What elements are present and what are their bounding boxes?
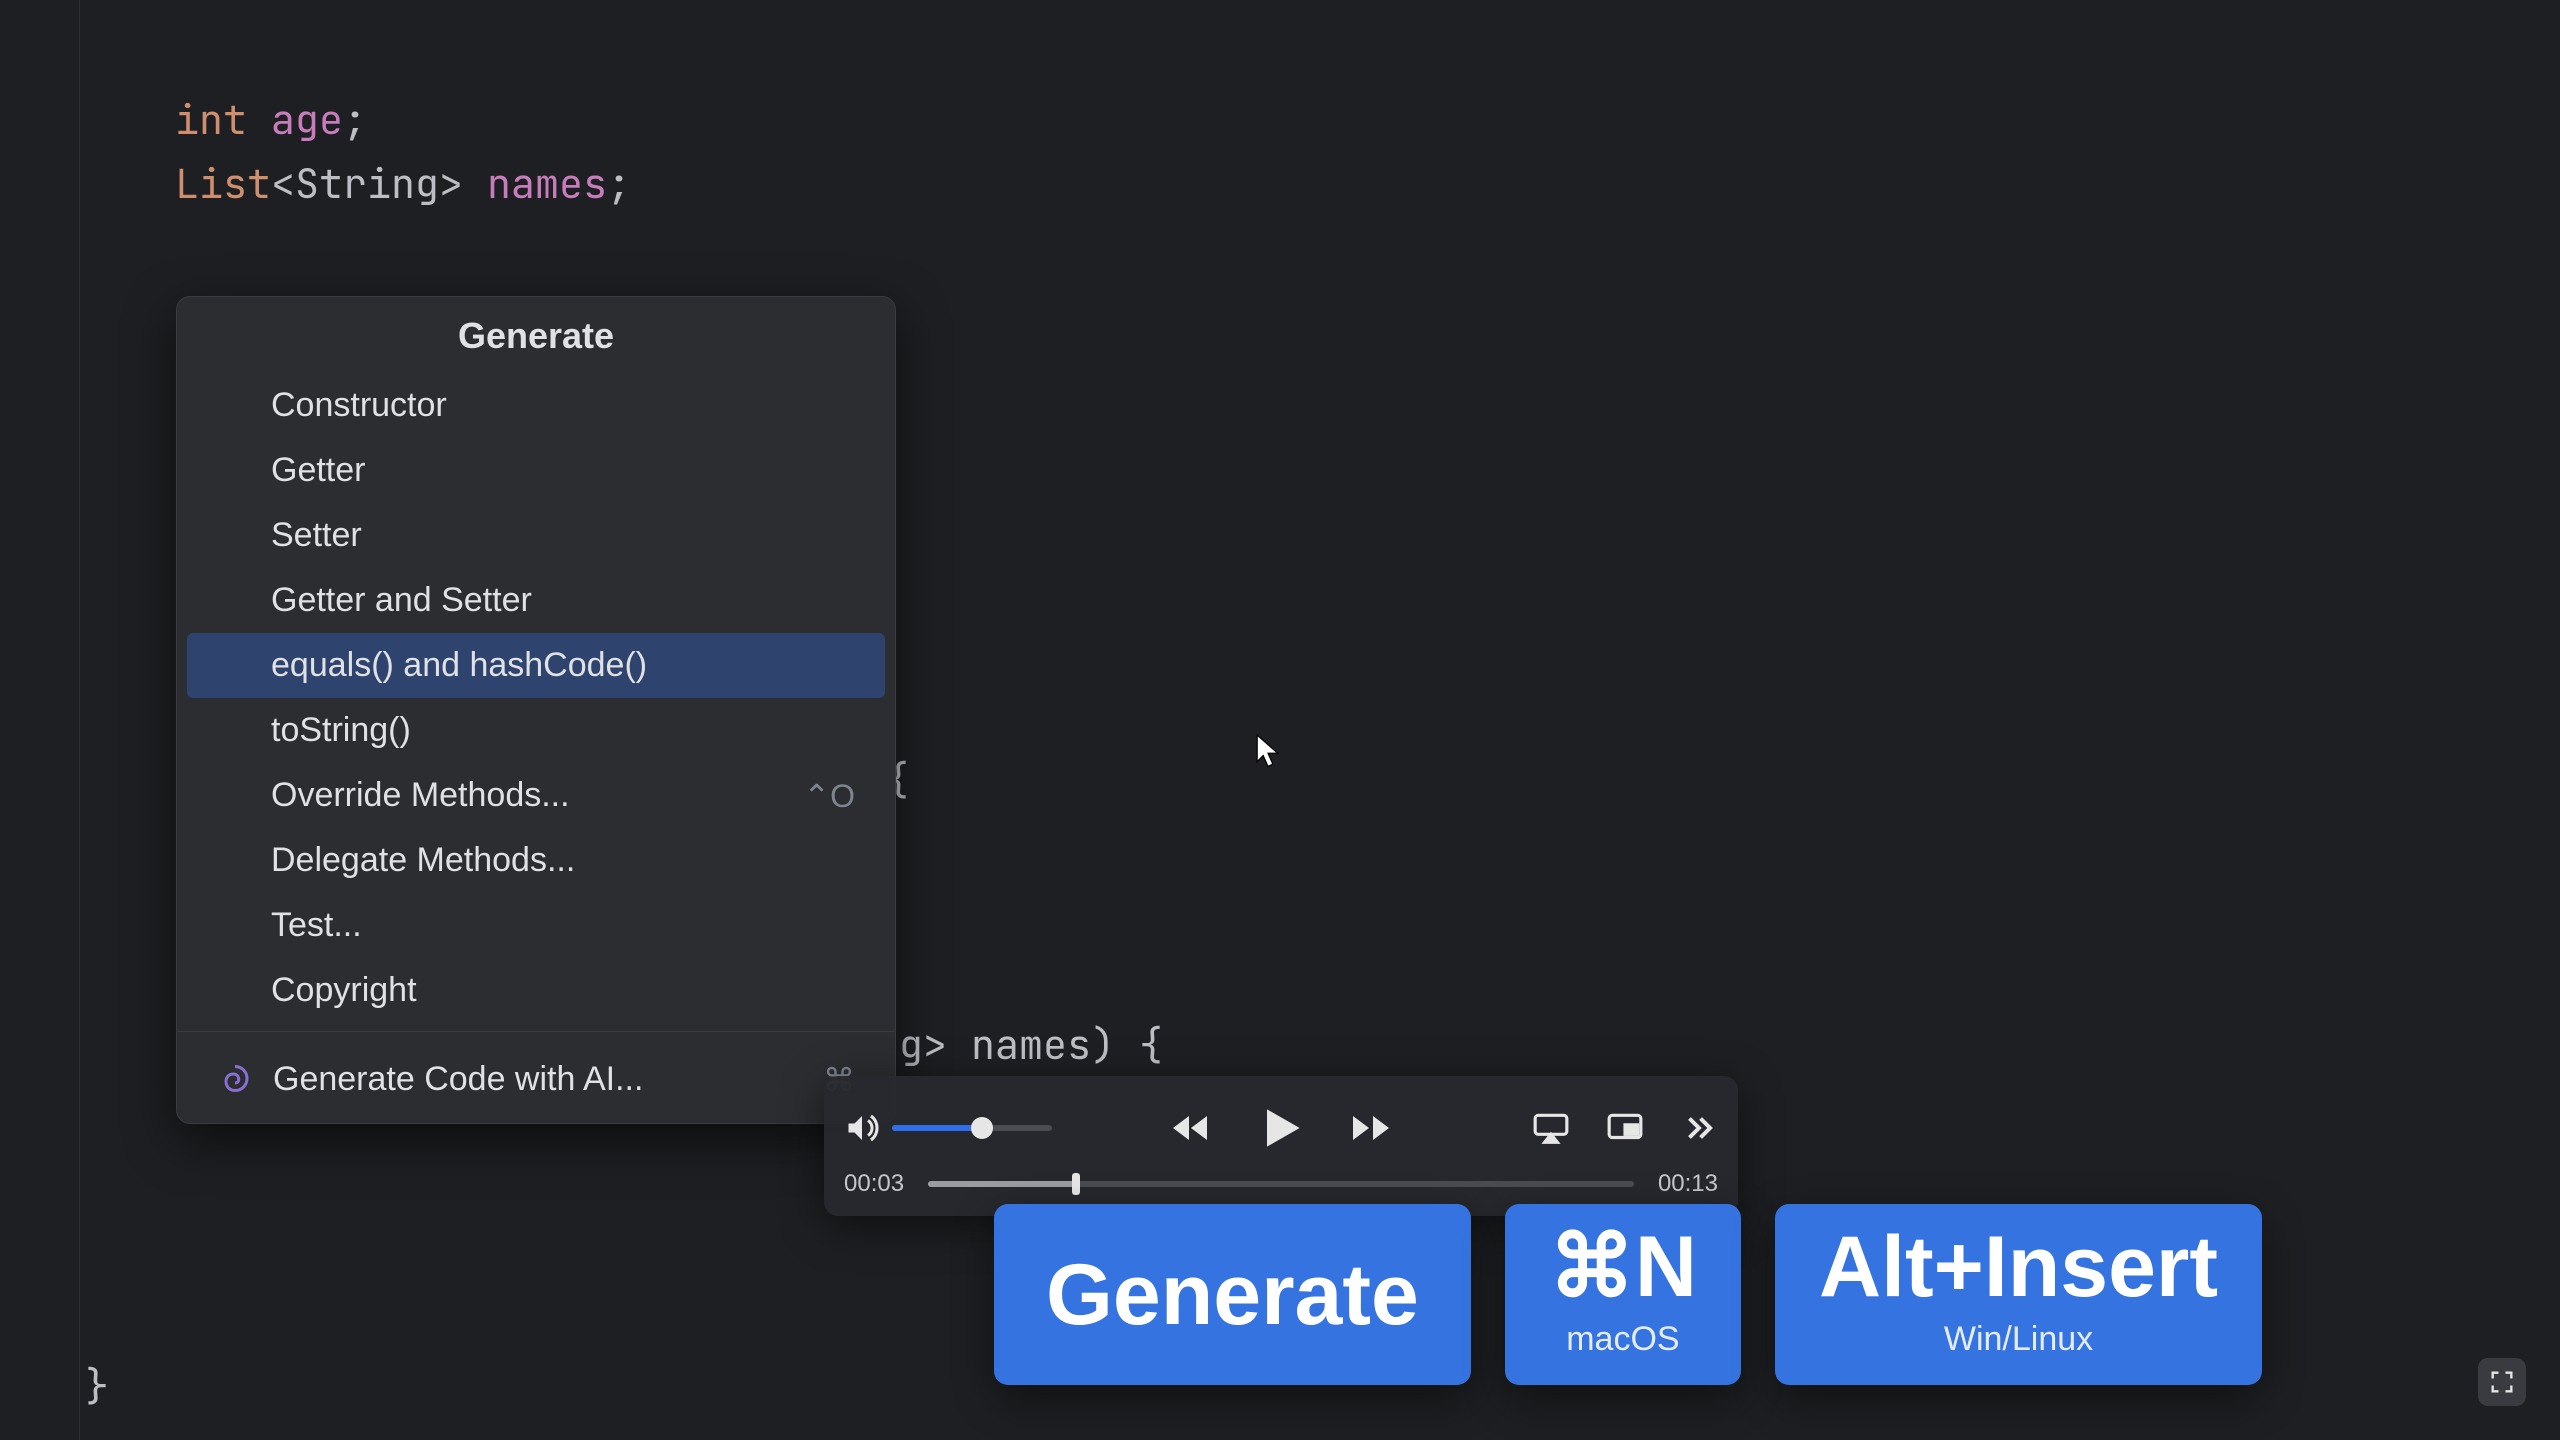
popup-item-shortcut: ⌃O (803, 777, 855, 815)
airplay-icon[interactable] (1532, 1109, 1570, 1147)
seek-bar-fill (928, 1181, 1076, 1187)
code-token: int (175, 93, 247, 146)
popup-item-label: Override Methods... (271, 776, 570, 815)
popup-item-test[interactable]: Test... (177, 893, 895, 958)
editor-gutter (0, 0, 80, 1440)
callout-generate: Generate (994, 1204, 1471, 1385)
popup-item-constructor[interactable]: Constructor (177, 373, 895, 438)
popup-item-equals-hashcode[interactable]: equals() and hashCode() (187, 633, 885, 698)
popup-item-label: toString() (271, 711, 411, 750)
code-token: age (271, 93, 343, 146)
more-icon[interactable] (1680, 1109, 1718, 1147)
pip-icon[interactable] (1606, 1109, 1644, 1147)
callout-win: Alt+Insert Win/Linux (1775, 1204, 2262, 1385)
popup-separator (177, 1031, 895, 1032)
popup-item-setter[interactable]: Setter (177, 503, 895, 568)
mouse-cursor (1256, 734, 1280, 766)
popup-item-label: Setter (271, 516, 362, 555)
popup-item-label: Getter (271, 451, 365, 490)
popup-item-copyright[interactable]: Copyright (177, 958, 895, 1023)
ai-swirl-icon (217, 1062, 253, 1098)
volume-icon[interactable] (844, 1110, 880, 1146)
popup-item-tostring[interactable]: toString() (177, 698, 895, 763)
callout-key: Alt+Insert (1819, 1224, 2218, 1310)
video-controls-hud: 00:03 00:13 (824, 1076, 1738, 1216)
popup-item-label: Getter and Setter (271, 581, 532, 620)
current-time: 00:03 (844, 1170, 904, 1198)
popup-item-label: Generate Code with AI... (273, 1060, 643, 1099)
play-button[interactable] (1253, 1100, 1309, 1156)
code-token: names (487, 157, 607, 210)
popup-item-label: equals() and hashCode() (271, 646, 647, 685)
code-token: List (175, 157, 271, 210)
popup-item-label: Constructor (271, 386, 447, 425)
code-token: <String> (271, 157, 463, 210)
callout-mac: ⌘N macOS (1505, 1204, 1741, 1385)
callout-key: ⌘N (1549, 1224, 1697, 1310)
popup-item-override-methods[interactable]: Override Methods... ⌃O (177, 763, 895, 828)
volume-slider-thumb[interactable] (971, 1117, 993, 1139)
callout-label: Generate (1046, 1252, 1419, 1338)
transport-controls (1167, 1100, 1395, 1156)
duration: 00:13 (1658, 1170, 1718, 1198)
code-token: } (85, 1354, 109, 1418)
popup-item-generate-with-ai[interactable]: Generate Code with AI... ⌘ (177, 1040, 895, 1123)
rewind-button[interactable] (1167, 1104, 1215, 1152)
generate-popup: Generate Constructor Getter Setter Gette… (176, 296, 896, 1124)
shortcut-callouts: Generate ⌘N macOS Alt+Insert Win/Linux (994, 1204, 2262, 1385)
fast-forward-button[interactable] (1347, 1104, 1395, 1152)
seek-bar-thumb[interactable] (1072, 1173, 1080, 1195)
seek-bar[interactable] (928, 1181, 1634, 1187)
callout-sub: macOS (1566, 1320, 1679, 1359)
popup-item-getter[interactable]: Getter (177, 438, 895, 503)
volume-slider-fill (892, 1125, 982, 1131)
popup-item-label: Delegate Methods... (271, 841, 575, 880)
volume-slider[interactable] (892, 1125, 1052, 1131)
code-token: ng> names) { (875, 1013, 1163, 1077)
callout-sub: Win/Linux (1944, 1320, 2093, 1359)
popup-title: Generate (177, 297, 895, 373)
fullscreen-button[interactable] (2478, 1358, 2526, 1406)
popup-item-label: Test... (271, 906, 362, 945)
popup-item-label: Copyright (271, 971, 417, 1010)
popup-item-getter-and-setter[interactable]: Getter and Setter (177, 568, 895, 633)
popup-item-delegate-methods[interactable]: Delegate Methods... (177, 828, 895, 893)
